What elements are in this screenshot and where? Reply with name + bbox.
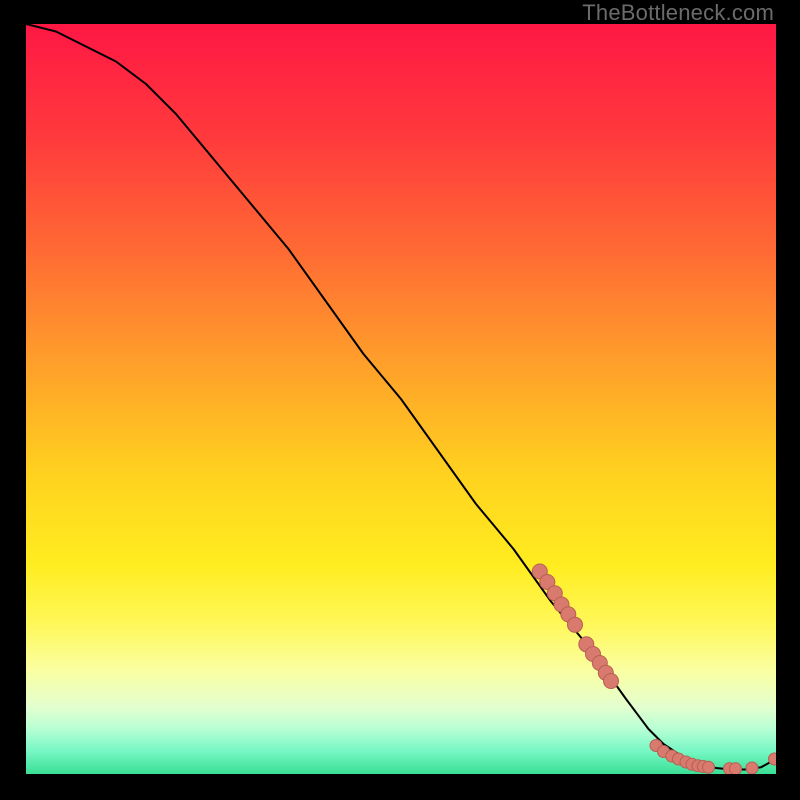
data-point	[746, 762, 758, 774]
data-point	[604, 674, 619, 689]
data-points	[532, 564, 776, 774]
data-point	[703, 761, 715, 773]
data-point	[730, 763, 742, 774]
frame-bottom	[0, 774, 800, 800]
frame-right	[776, 0, 800, 800]
watermark-label: TheBottleneck.com	[582, 0, 774, 26]
frame-left	[0, 0, 26, 800]
data-point	[568, 617, 583, 632]
points-layer	[26, 24, 776, 774]
chart-stage: TheBottleneck.com	[0, 0, 800, 800]
data-point	[769, 753, 777, 765]
